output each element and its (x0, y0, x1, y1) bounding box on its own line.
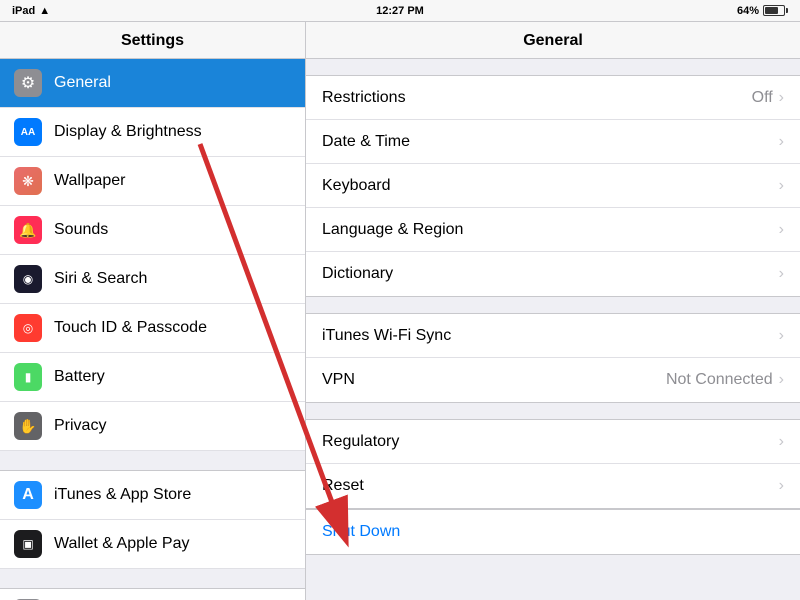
settings-group-3: Regulatory › Reset › (306, 419, 800, 509)
row-itunes-wifi[interactable]: iTunes Wi-Fi Sync › (306, 314, 800, 358)
datetime-label: Date & Time (322, 133, 410, 151)
row-shutdown[interactable]: Shut Down (306, 510, 800, 554)
sidebar-label-siri: Siri & Search (54, 270, 147, 288)
panel-title: General (306, 22, 800, 59)
reset-label: Reset (322, 477, 364, 495)
itunes-icon: A (14, 481, 42, 509)
vpn-label: VPN (322, 371, 355, 389)
row-language[interactable]: Language & Region › (306, 208, 800, 252)
general-icon: ⚙ (14, 69, 42, 97)
sidebar-title: Settings (0, 22, 305, 59)
main-panel: General Restrictions Off › Date & Time ›… (306, 22, 800, 600)
settings-group-1: Restrictions Off › Date & Time › Keyboar… (306, 75, 800, 297)
status-bar: iPad ▲ 12:27 PM 64% (0, 0, 800, 22)
siri-icon: ◉ (14, 265, 42, 293)
restrictions-chevron: › (779, 89, 784, 107)
sidebar-item-wallpaper[interactable]: ❋ Wallpaper (0, 157, 305, 206)
sidebar-label-sounds: Sounds (54, 221, 108, 239)
sidebar-label-itunes: iTunes & App Store (54, 486, 191, 504)
keyboard-value: › (779, 177, 784, 195)
status-right: 64% (737, 5, 788, 17)
itunes-wifi-label: iTunes Wi-Fi Sync (322, 327, 451, 345)
sidebar-label-wallpaper: Wallpaper (54, 172, 125, 190)
restrictions-status: Off (752, 89, 773, 107)
sounds-icon: 🔔 (14, 216, 42, 244)
sidebar-label-privacy: Privacy (54, 417, 106, 435)
keyboard-chevron: › (779, 177, 784, 195)
privacy-icon: ✋ (14, 412, 42, 440)
sidebar: Settings ⚙ General AA Display & Brightne… (0, 22, 306, 600)
battery-sidebar-icon: ▮ (14, 363, 42, 391)
wifi-icon: ▲ (39, 5, 50, 17)
sidebar-label-touchid: Touch ID & Passcode (54, 319, 207, 337)
display-icon: AA (14, 118, 42, 146)
battery-percent: 64% (737, 5, 759, 17)
wallpaper-icon: ❋ (14, 167, 42, 195)
sidebar-divider-1 (0, 451, 305, 471)
dictionary-label: Dictionary (322, 265, 393, 283)
language-value: › (779, 221, 784, 239)
row-restrictions[interactable]: Restrictions Off › (306, 76, 800, 120)
sidebar-item-sounds[interactable]: 🔔 Sounds (0, 206, 305, 255)
itunes-wifi-value: › (779, 327, 784, 345)
itunes-wifi-chevron: › (779, 327, 784, 345)
battery-icon (763, 5, 788, 16)
language-chevron: › (779, 221, 784, 239)
sidebar-label-wallet: Wallet & Apple Pay (54, 535, 189, 553)
row-vpn[interactable]: VPN Not Connected › (306, 358, 800, 402)
sidebar-item-wallet[interactable]: ▣ Wallet & Apple Pay (0, 520, 305, 569)
sidebar-item-itunes[interactable]: A iTunes & App Store (0, 471, 305, 520)
regulatory-value: › (779, 433, 784, 451)
vpn-status: Not Connected (666, 371, 773, 389)
row-regulatory[interactable]: Regulatory › (306, 420, 800, 464)
regulatory-label: Regulatory (322, 433, 399, 451)
sidebar-item-privacy[interactable]: ✋ Privacy (0, 402, 305, 451)
restrictions-value: Off › (752, 89, 784, 107)
row-datetime[interactable]: Date & Time › (306, 120, 800, 164)
sidebar-item-touchid[interactable]: ◎ Touch ID & Passcode (0, 304, 305, 353)
dictionary-chevron: › (779, 265, 784, 283)
wallet-icon: ▣ (14, 530, 42, 558)
sidebar-item-display[interactable]: AA Display & Brightness (0, 108, 305, 157)
carrier-label: iPad (12, 5, 35, 17)
settings-group-shutdown: Shut Down (306, 509, 800, 555)
status-time: 12:27 PM (376, 5, 424, 17)
row-dictionary[interactable]: Dictionary › (306, 252, 800, 296)
sidebar-label-battery: Battery (54, 368, 105, 386)
dictionary-value: › (779, 265, 784, 283)
datetime-value: › (779, 133, 784, 151)
vpn-chevron: › (779, 371, 784, 389)
sidebar-label-display: Display & Brightness (54, 123, 202, 141)
reset-chevron: › (779, 477, 784, 495)
sidebar-divider-2 (0, 569, 305, 589)
sidebar-item-accounts[interactable]: 🔑 Accounts & Passwords (0, 589, 305, 600)
sidebar-item-general[interactable]: ⚙ General (0, 59, 305, 108)
status-left: iPad ▲ (12, 5, 50, 17)
reset-value: › (779, 477, 784, 495)
keyboard-label: Keyboard (322, 177, 391, 195)
row-reset[interactable]: Reset › (306, 464, 800, 508)
row-keyboard[interactable]: Keyboard › (306, 164, 800, 208)
language-label: Language & Region (322, 221, 463, 239)
touchid-icon: ◎ (14, 314, 42, 342)
datetime-chevron: › (779, 133, 784, 151)
restrictions-label: Restrictions (322, 89, 406, 107)
shutdown-label[interactable]: Shut Down (322, 523, 400, 541)
vpn-value: Not Connected › (666, 371, 784, 389)
sidebar-item-battery[interactable]: ▮ Battery (0, 353, 305, 402)
main-content: Settings ⚙ General AA Display & Brightne… (0, 22, 800, 600)
sidebar-item-siri[interactable]: ◉ Siri & Search (0, 255, 305, 304)
settings-group-2: iTunes Wi-Fi Sync › VPN Not Connected › (306, 313, 800, 403)
sidebar-label-general: General (54, 74, 111, 92)
regulatory-chevron: › (779, 433, 784, 451)
